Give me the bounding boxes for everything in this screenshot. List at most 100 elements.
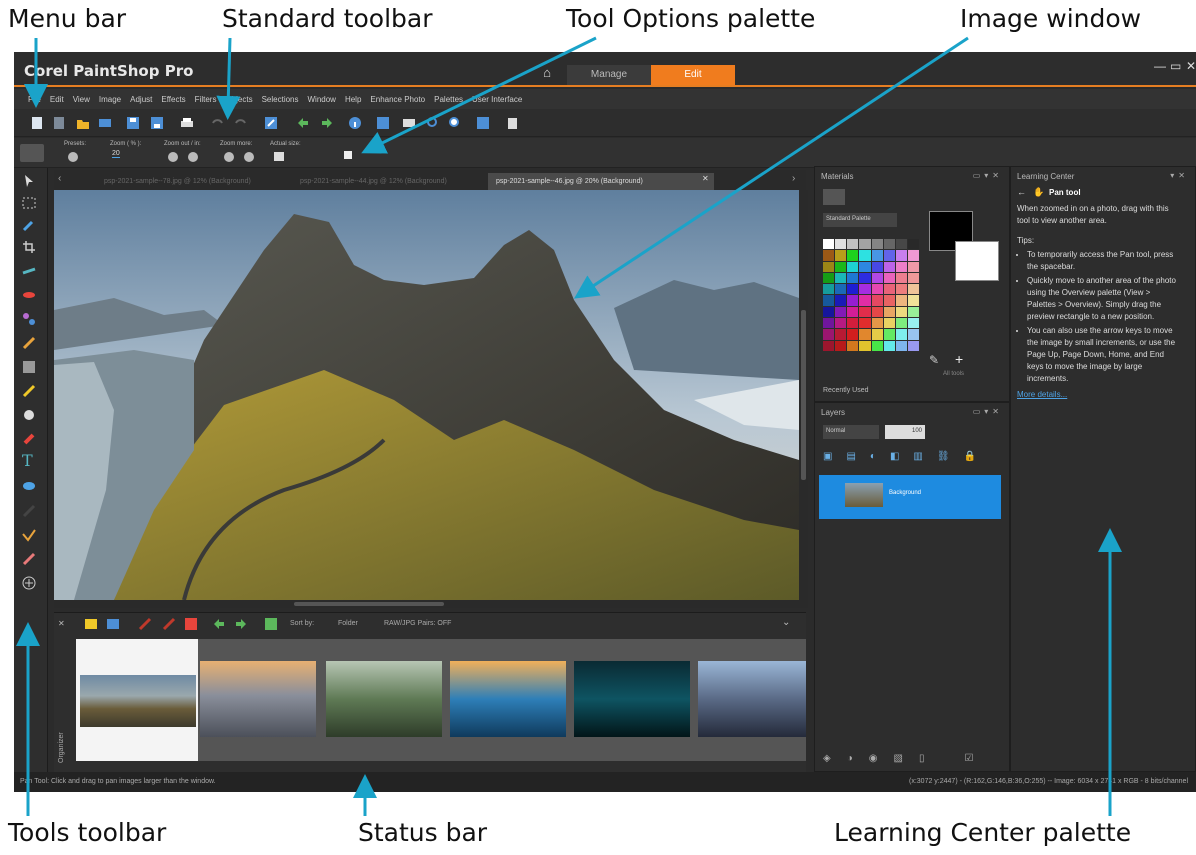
fill-tool-icon[interactable] [22, 504, 36, 518]
color-swatch[interactable] [859, 318, 871, 329]
swatches-tab-icon[interactable] [823, 189, 845, 205]
color-swatch[interactable] [883, 329, 895, 340]
view-icon[interactable]: ◉ [869, 753, 878, 764]
pen-tool-icon[interactable] [22, 312, 36, 326]
paint-brush-icon[interactable] [22, 336, 36, 350]
info-panel-icon[interactable] [264, 617, 278, 631]
color-swatch[interactable] [847, 318, 859, 329]
zoom-more-out-button[interactable] [224, 152, 234, 162]
properties-icon[interactable]: ☑ [964, 753, 973, 764]
rotate-left-icon[interactable] [212, 617, 226, 631]
pick-tool-icon[interactable] [22, 174, 36, 188]
close-icon[interactable]: ✕ [1186, 59, 1196, 73]
color-swatch[interactable] [895, 318, 907, 329]
color-swatch[interactable] [847, 340, 859, 351]
color-swatch[interactable] [883, 306, 895, 318]
color-swatch[interactable] [907, 261, 919, 272]
more-details-link[interactable]: More details... [1017, 389, 1177, 401]
background-color[interactable] [955, 241, 999, 281]
color-swatch[interactable] [907, 295, 919, 306]
undo-icon[interactable] [210, 116, 224, 130]
lock-icon[interactable]: 🔒 [964, 451, 976, 465]
color-swatch[interactable] [835, 295, 847, 306]
clone-brush-icon[interactable] [22, 432, 36, 446]
link-icon[interactable]: ⛓ [937, 451, 950, 465]
zoom-out-icon[interactable] [426, 116, 440, 130]
color-swatch[interactable] [823, 284, 835, 295]
thumbnail[interactable] [450, 661, 566, 737]
color-swatch[interactable] [895, 284, 907, 295]
color-swatch[interactable] [883, 340, 895, 351]
color-swatch[interactable] [859, 329, 871, 340]
color-swatch[interactable] [907, 318, 919, 329]
forward-arrow-icon[interactable] [320, 116, 334, 130]
eyedropper-icon[interactable] [22, 218, 36, 232]
color-swatch[interactable] [883, 284, 895, 295]
full-screen-icon[interactable] [476, 116, 490, 130]
color-swatch[interactable] [835, 261, 847, 272]
horizontal-scroll-thumb[interactable] [294, 602, 444, 606]
color-swatch[interactable] [835, 340, 847, 351]
color-swatch[interactable] [895, 295, 907, 306]
color-swatch[interactable] [847, 284, 859, 295]
color-swatch[interactable] [847, 329, 859, 340]
color-swatch[interactable] [847, 239, 859, 250]
color-swatch[interactable] [883, 272, 895, 284]
color-swatch[interactable] [907, 239, 919, 250]
color-swatch[interactable] [871, 250, 883, 261]
color-swatch-grid[interactable] [823, 239, 919, 351]
color-swatch[interactable] [823, 329, 835, 340]
color-swatch[interactable] [835, 239, 847, 250]
new-group-icon[interactable]: ▤ [846, 451, 855, 465]
redo-icon[interactable] [234, 116, 248, 130]
color-swatch[interactable] [847, 295, 859, 306]
home-icon[interactable]: ⌂ [527, 65, 567, 85]
zoom-out-button[interactable] [168, 152, 178, 162]
gradient-icon[interactable] [22, 360, 36, 374]
blend-mode-select[interactable]: Normal [823, 425, 879, 439]
all-tools-checkbox[interactable]: All tools [943, 371, 964, 377]
menu-objects[interactable]: Objects [225, 95, 252, 104]
document-tab-active[interactable]: psp-2021-sample--46.jpg @ 20% (Backgroun… [488, 173, 714, 190]
zoom-more-in-button[interactable] [244, 152, 254, 162]
color-swatch[interactable] [823, 272, 835, 284]
zoom-input[interactable]: 20 [112, 150, 120, 158]
color-swatch[interactable] [835, 306, 847, 318]
menu-effects[interactable]: Effects [161, 95, 185, 104]
color-swatch[interactable] [823, 239, 835, 250]
color-swatch[interactable] [859, 306, 871, 318]
actual-size-button[interactable] [274, 152, 284, 161]
menu-help[interactable]: Help [345, 95, 361, 104]
color-swatch[interactable] [907, 272, 919, 284]
info-icon[interactable] [348, 116, 362, 130]
pan-tool-active-icon[interactable] [20, 144, 44, 162]
color-swatch[interactable] [895, 306, 907, 318]
menu-file[interactable]: File [28, 95, 41, 104]
color-swatch[interactable] [871, 239, 883, 250]
adjustment-icon[interactable]: ◧ [890, 451, 899, 465]
menu-selections[interactable]: Selections [262, 95, 299, 104]
retouch-icon[interactable] [22, 552, 36, 566]
thumbnail[interactable] [574, 661, 690, 737]
selection-tool-icon[interactable] [22, 196, 36, 210]
color-swatch[interactable] [835, 250, 847, 261]
menu-user-interface[interactable]: User Interface [472, 95, 522, 104]
color-swatch[interactable] [871, 329, 883, 340]
tab-scroll-right-icon[interactable]: › [792, 173, 795, 184]
color-swatch[interactable] [883, 318, 895, 329]
layer-style-icon[interactable]: ◈ [823, 753, 831, 764]
straighten-tool-icon[interactable] [22, 264, 36, 278]
menu-view[interactable]: View [73, 95, 90, 104]
open-folder-icon[interactable] [76, 116, 90, 130]
color-swatch[interactable] [871, 306, 883, 318]
color-swatch[interactable] [871, 295, 883, 306]
panel-controls-icon[interactable]: ▾✕ [1170, 171, 1189, 180]
color-swatch[interactable] [823, 250, 835, 261]
save-icon[interactable] [126, 116, 140, 130]
color-swatch[interactable] [823, 306, 835, 318]
scan-icon[interactable] [98, 116, 112, 130]
new-layer-icon[interactable]: ▣ [823, 451, 832, 465]
thumbnail[interactable] [698, 661, 806, 737]
raw-jpg-pairs-toggle[interactable]: RAW/JPG Pairs: OFF [384, 620, 451, 627]
maximize-icon[interactable]: ▭ [1170, 59, 1181, 73]
